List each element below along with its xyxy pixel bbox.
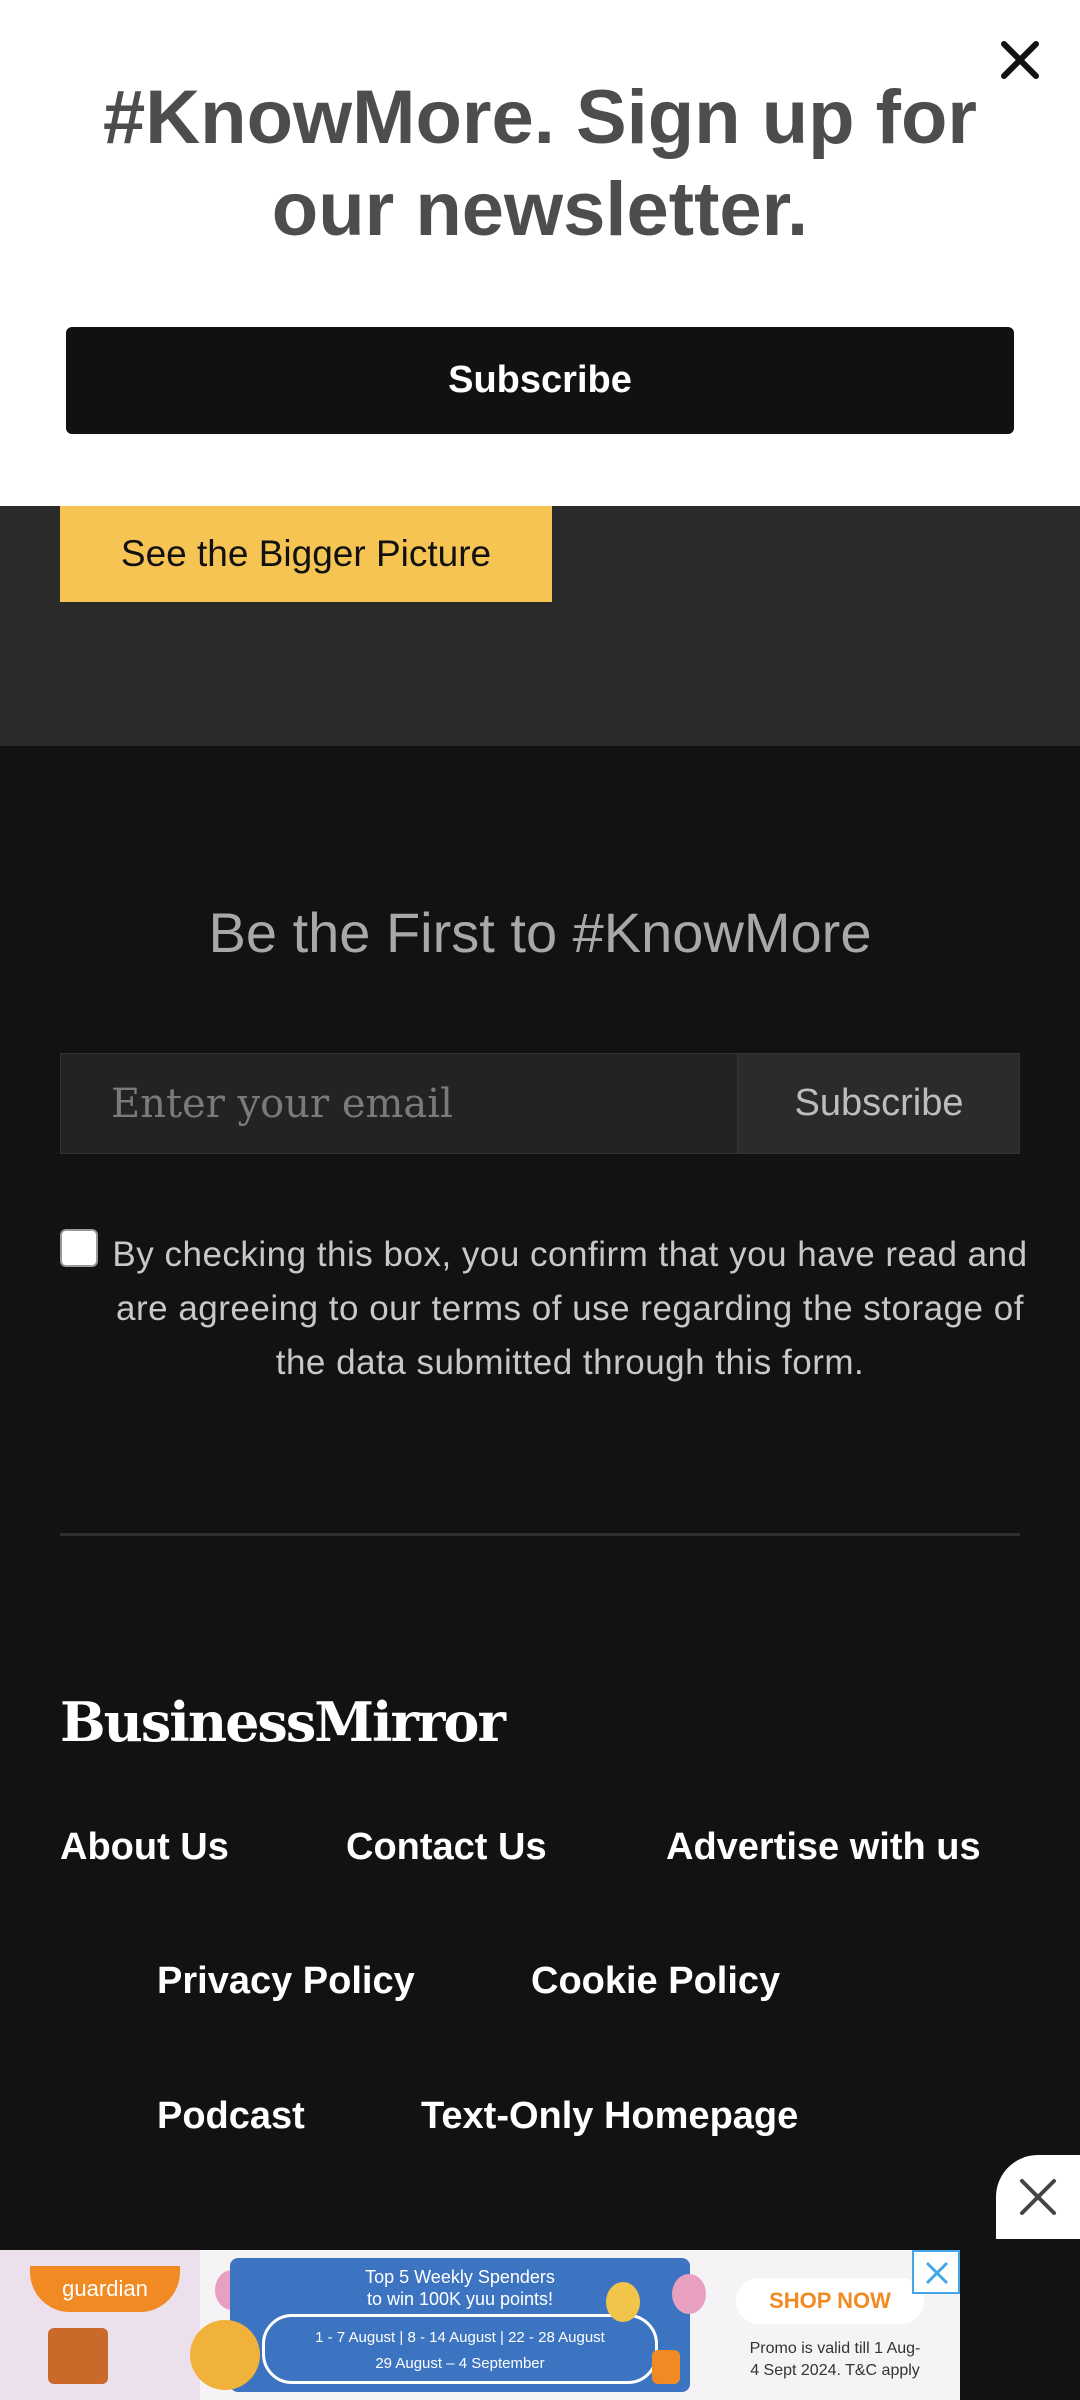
footer-link-privacy-policy[interactable]: Privacy Policy: [157, 1960, 415, 2003]
gift-box-icon: [48, 2328, 108, 2384]
ad-brand-logo: guardian: [30, 2266, 180, 2312]
subscribe-button[interactable]: Subscribe: [738, 1053, 1020, 1154]
close-icon: [925, 2261, 949, 2285]
banner-ad[interactable]: guardian Top 5 Weekly Spenders to win 10…: [0, 2250, 960, 2400]
footer-link-advertise[interactable]: Advertise with us: [666, 1826, 981, 1869]
ad-promo-text: Promo is valid till 1 Aug- 4 Sept 2024. …: [720, 2338, 950, 2382]
footer-link-podcast[interactable]: Podcast: [157, 2095, 305, 2138]
footer-link-text-only-homepage[interactable]: Text-Only Homepage: [421, 2095, 798, 2138]
ad-dates-line-1: 1 - 7 August | 8 - 14 August | 22 - 28 A…: [315, 2329, 605, 2346]
ad-dismiss-button[interactable]: [912, 2250, 960, 2294]
close-icon: [1020, 2179, 1056, 2215]
email-input[interactable]: [60, 1053, 738, 1154]
see-bigger-picture-button[interactable]: See the Bigger Picture: [60, 505, 552, 602]
popup-title: #KnowMore. Sign up for our newsletter.: [103, 75, 977, 252]
footer-link-cookie-policy[interactable]: Cookie Policy: [531, 1960, 780, 2003]
ad-close-button[interactable]: [996, 2155, 1080, 2239]
ad-promo-panel: Top 5 Weekly Spenders to win 100K yuu po…: [230, 2258, 690, 2392]
popup-subscribe-button[interactable]: Subscribe: [66, 327, 1014, 434]
ad-dates: 1 - 7 August | 8 - 14 August | 22 - 28 A…: [262, 2314, 658, 2384]
ad-dates-line-2: 29 August – 4 September: [375, 2355, 545, 2372]
balloon-icon: [672, 2274, 706, 2314]
footer-link-contact-us[interactable]: Contact Us: [346, 1826, 547, 1869]
consent-checkbox[interactable]: [60, 1229, 98, 1267]
ad-shop-now-button[interactable]: SHOP NOW: [736, 2278, 924, 2324]
medal-icon: [606, 2282, 640, 2322]
ad-promo-line-2: 4 Sept 2024. T&C apply: [750, 2362, 920, 2379]
ad-left-panel: guardian: [0, 2250, 200, 2400]
divider: [60, 1533, 1020, 1536]
shopping-bag-icon: [652, 2350, 680, 2384]
footer-link-about-us[interactable]: About Us: [60, 1826, 229, 1869]
newsletter-heading: Be the First to #KnowMore: [208, 901, 872, 964]
businessmirror-logo[interactable]: BusinessMirror: [60, 1690, 506, 1754]
ad-promo-line-1: Promo is valid till 1 Aug-: [749, 2340, 921, 2357]
newsletter-popup: #KnowMore. Sign up for our newsletter. S…: [0, 0, 1080, 506]
mascot-icon: [190, 2320, 260, 2390]
consent-text: By checking this box, you confirm that y…: [112, 1235, 1028, 1382]
